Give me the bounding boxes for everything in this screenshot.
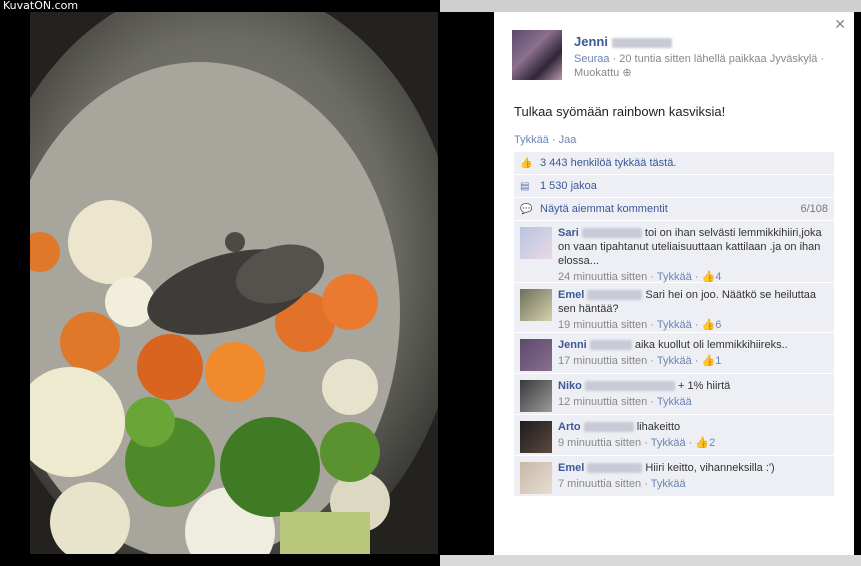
share-icon: ▤ xyxy=(520,181,530,192)
thumbs-up-icon: 👍 xyxy=(520,158,533,169)
background-footer xyxy=(440,555,861,566)
comment-like-count[interactable]: 6 xyxy=(715,319,721,331)
like-link[interactable]: Tykkää xyxy=(514,134,549,146)
comment-like-link[interactable]: Tykkää xyxy=(657,319,692,331)
commenter-avatar[interactable] xyxy=(520,227,552,259)
comment-time: 7 minuuttia sitten xyxy=(558,478,642,490)
post-text: Tulkaa syömään rainbown kasviksia! xyxy=(514,104,726,119)
comment-item: Arto lihakeitto 9 minuuttia sitten · Tyk… xyxy=(514,415,834,456)
post-panel: ✕ Jenni Seuraa · 20 tuntia sitten lähell… xyxy=(494,12,854,555)
view-previous-row[interactable]: 💬 Näytä aiemmat kommentit 6/108 xyxy=(514,198,834,221)
thumbs-up-icon: 👍 xyxy=(701,319,716,331)
share-link[interactable]: Jaa xyxy=(559,134,577,146)
commenter-avatar[interactable] xyxy=(520,339,552,371)
globe-icon: ⊕ xyxy=(622,67,632,79)
feedback-section: 👍 3 443 henkilöä tykkää tästä. ▤ 1 530 j… xyxy=(514,152,834,497)
comment-text: + 1% hiirtä xyxy=(677,380,731,392)
comment-like-link[interactable]: Tykkää xyxy=(657,396,692,408)
commenter-name[interactable]: Jenni xyxy=(558,339,587,351)
edited-label: Muokattu xyxy=(574,67,620,79)
commenter-avatar[interactable] xyxy=(520,462,552,494)
comment-time: 19 minuuttia sitten xyxy=(558,319,648,331)
thumbs-up-icon: 👍 xyxy=(701,271,716,283)
post-time-location: 20 tuntia sitten lähellä paikkaa Jyväsky… xyxy=(619,53,818,65)
comment-count: 6/108 xyxy=(800,203,828,215)
comment-like-link[interactable]: Tykkää xyxy=(657,271,692,283)
comment-meta: 24 minuuttia sitten · Tykkää · 👍4 xyxy=(558,271,722,283)
commenter-avatar[interactable] xyxy=(520,421,552,453)
comment-item: Emel Sari hei on joo. Näätkö se heilutta… xyxy=(514,283,834,333)
comment-meta: 17 minuuttia sitten · Tykkää · 👍1 xyxy=(558,355,722,367)
commenter-avatar[interactable] xyxy=(520,289,552,321)
likes-summary[interactable]: 3 443 henkilöä tykkää tästä. xyxy=(540,157,676,169)
close-icon[interactable]: ✕ xyxy=(834,16,846,33)
commenter-avatar[interactable] xyxy=(520,380,552,412)
view-previous-link[interactable]: Näytä aiemmat kommentit xyxy=(540,203,668,215)
author-avatar[interactable] xyxy=(512,30,562,80)
comment-like-count[interactable]: 2 xyxy=(709,437,715,449)
commenter-name[interactable]: Arto xyxy=(558,421,581,433)
comment-time: 17 minuuttia sitten xyxy=(558,355,648,367)
comment-meta: 12 minuuttia sitten · Tykkää xyxy=(558,396,692,408)
thumbs-up-icon: 👍 xyxy=(695,437,710,449)
follow-link[interactable]: Seuraa xyxy=(574,53,609,65)
comment-meta: 19 minuuttia sitten · Tykkää · 👍6 xyxy=(558,319,722,331)
comment-item: Jenni aika kuollut oli lemmikkihiireks..… xyxy=(514,333,834,374)
author-name[interactable]: Jenni xyxy=(574,34,672,49)
comment-time: 12 minuuttia sitten xyxy=(558,396,648,408)
comment-time: 24 minuuttia sitten xyxy=(558,271,648,283)
thumbs-up-icon: 👍 xyxy=(701,355,716,367)
comment-meta: 9 minuuttia sitten · Tykkää · 👍2 xyxy=(558,437,716,449)
comment-icon: 💬 xyxy=(520,204,533,215)
likes-row[interactable]: 👍 3 443 henkilöä tykkää tästä. xyxy=(514,152,834,175)
background-header xyxy=(440,0,861,12)
post-meta: Seuraa · 20 tuntia sitten lähellä paikka… xyxy=(574,53,825,79)
comment-like-link[interactable]: Tykkää xyxy=(651,437,686,449)
comment-item: Niko + 1% hiirtä 12 minuuttia sitten · T… xyxy=(514,374,834,415)
comment-like-count[interactable]: 1 xyxy=(715,355,721,367)
comment-item: Sari toi on ihan selvästi lemmikkihiiri,… xyxy=(514,221,834,283)
commenter-name[interactable]: Emel xyxy=(558,289,584,301)
shares-summary[interactable]: 1 530 jakoa xyxy=(540,180,597,192)
shares-row[interactable]: ▤ 1 530 jakoa xyxy=(514,175,834,198)
post-actions: Tykkää · Jaa xyxy=(514,134,577,146)
comment-meta: 7 minuuttia sitten · Tykkää xyxy=(558,478,686,490)
comment-text: Hiiri keitto, vihanneksilla :') xyxy=(645,462,775,474)
comment-like-link[interactable]: Tykkää xyxy=(651,478,686,490)
comment-like-count[interactable]: 4 xyxy=(715,271,721,283)
post-photo[interactable] xyxy=(30,12,438,554)
commenter-name[interactable]: Emel xyxy=(558,462,584,474)
site-watermark: KuvatON.com xyxy=(3,0,79,12)
comment-like-link[interactable]: Tykkää xyxy=(657,355,692,367)
comment-item: Emel Hiiri keitto, vihanneksilla :') 7 m… xyxy=(514,456,834,497)
comment-text: lihakeitto xyxy=(636,421,681,433)
comment-time: 9 minuuttia sitten xyxy=(558,437,642,449)
commenter-name[interactable]: Niko xyxy=(558,380,582,392)
commenter-name[interactable]: Sari xyxy=(558,227,579,239)
comment-text: aika kuollut oli lemmikkihiireks.. xyxy=(634,339,788,351)
